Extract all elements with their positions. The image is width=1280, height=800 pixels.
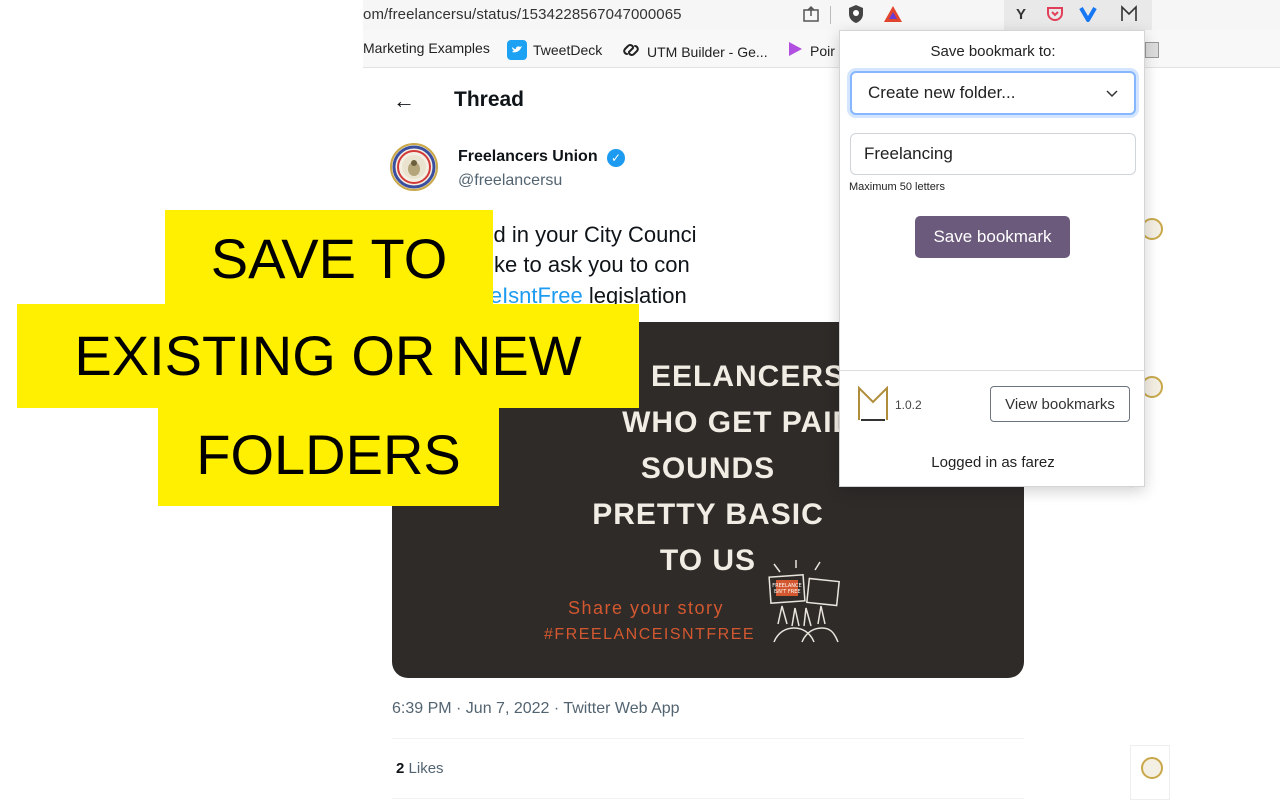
overlay-caption-line-3: FOLDERS: [158, 404, 499, 506]
logged-in-status: Logged in as farez: [931, 454, 1055, 471]
tweet-timestamp[interactable]: 6:39 PM · Jun 7, 2022 · Twitter Web App: [392, 700, 680, 718]
image-text-line-5: TO US: [659, 544, 757, 577]
brave-rewards-icon[interactable]: [882, 3, 904, 25]
bookmark-extension-icon[interactable]: [1118, 3, 1140, 25]
overlay-caption-line-2: EXISTING OR NEW: [17, 304, 639, 408]
view-bookmarks-button[interactable]: View bookmarks: [990, 386, 1130, 422]
verified-badge-icon: ✓: [607, 149, 625, 167]
divider: [392, 798, 1024, 799]
folder-name-input[interactable]: Freelancing: [850, 133, 1136, 175]
tweetdeck-icon: [507, 40, 527, 60]
image-share-text: Share your story: [568, 598, 725, 618]
bookmark-tweetdeck[interactable]: TweetDeck: [507, 40, 602, 60]
link-icon: [621, 40, 641, 63]
folder-select[interactable]: Create new folder...: [850, 71, 1136, 115]
bookmark-poir[interactable]: Poir: [786, 40, 835, 61]
toolbar-divider: [830, 6, 831, 24]
save-bookmark-button[interactable]: Save bookmark: [915, 216, 1070, 258]
author-handle[interactable]: @freelancersu: [458, 172, 562, 190]
bookmark-label: Marketing Examples: [363, 40, 490, 56]
url-text[interactable]: om/freelancersu/status/15342285670470000…: [363, 6, 682, 23]
image-hashtag-text: #FREELANCEISNTFREE: [544, 626, 756, 643]
likes-label: Likes: [408, 760, 444, 777]
likes-count[interactable]: 2 Likes: [396, 760, 444, 777]
play-arrow-icon: [786, 40, 804, 61]
folder-select-value: Create new folder...: [868, 83, 1016, 102]
bookmark-utm-builder[interactable]: UTM Builder - Ge...: [621, 40, 768, 63]
avatar[interactable]: [390, 143, 438, 191]
divider: [840, 370, 1146, 371]
author-name[interactable]: Freelancers Union: [458, 148, 598, 166]
share-icon[interactable]: [800, 3, 822, 25]
save-bookmark-popup: Save bookmark to: Create new folder... F…: [839, 30, 1146, 487]
overlay-caption-line-1: SAVE TO: [165, 210, 493, 308]
bookmark-label: Poir: [810, 42, 835, 59]
extension-logo-icon: [857, 385, 889, 422]
back-arrow-icon[interactable]: ←: [393, 88, 415, 114]
likes-number: 2: [396, 760, 405, 777]
sign-text-2: ISN'T FREE: [773, 589, 800, 595]
popup-title: Save bookmark to:: [930, 43, 1056, 60]
heart-extension-icon[interactable]: [1077, 3, 1099, 25]
sidebar-avatar[interactable]: [1141, 757, 1163, 779]
protest-hands-icon: FREELANCE ISN'T FREE: [764, 554, 854, 644]
divider: [392, 738, 1024, 739]
bookmarks-overflow[interactable]: [1145, 42, 1159, 58]
brave-shield-icon[interactable]: [845, 3, 867, 25]
page-title: Thread: [454, 88, 525, 111]
input-hint: Maximum 50 letters: [849, 181, 945, 193]
bookmark-label: UTM Builder - Ge...: [647, 43, 768, 60]
chevron-down-icon: [1106, 83, 1118, 103]
pocket-icon[interactable]: [1044, 3, 1066, 25]
version-label: 1.0.2: [895, 398, 922, 412]
y-extension-icon[interactable]: Y: [1010, 3, 1032, 25]
bookmark-label: TweetDeck: [533, 42, 603, 58]
bookmark-marketing-examples[interactable]: Marketing Examples: [363, 40, 490, 56]
